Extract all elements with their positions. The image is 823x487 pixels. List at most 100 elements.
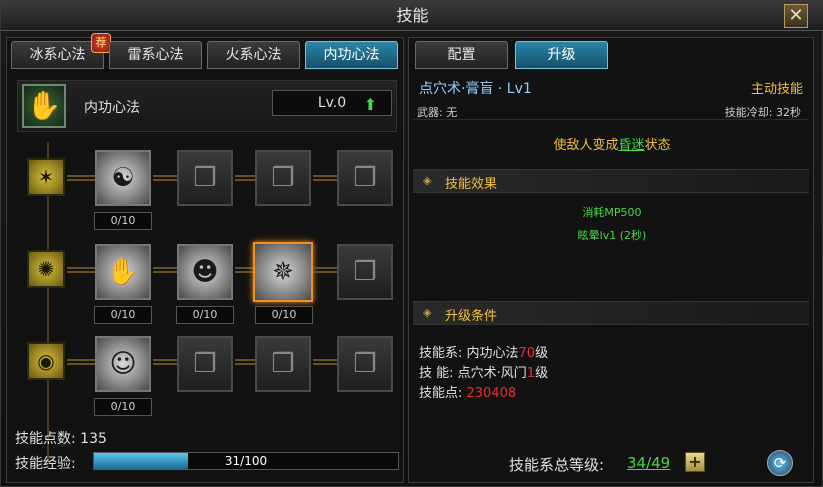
skill-cooldown: 技能冷却: 32秒 xyxy=(724,106,801,119)
tab-thunder-label: 雷系心法 xyxy=(127,47,184,63)
skill-slot-r2-c2[interactable]: ☻ xyxy=(177,244,233,300)
requirement-school: 技能系: 内功心法70级 xyxy=(419,342,548,361)
locked-book-icon: ❒ xyxy=(271,163,295,193)
effect-line: 眩晕lv1 (2秒) xyxy=(577,229,647,242)
connector xyxy=(235,175,255,181)
req-label: 技能系: 内功心法 xyxy=(419,346,519,361)
skill-slot-r1-c4[interactable]: ❒ xyxy=(337,150,393,206)
requirement-points: 技能点: 230408 xyxy=(419,382,516,401)
skill-slot-r1-c2[interactable]: ❒ xyxy=(177,150,233,206)
skill-exp-text: 31/100 xyxy=(224,454,268,468)
skill-slot-r3-c1[interactable]: ☺ xyxy=(95,336,151,392)
elder-icon: ☺ xyxy=(109,349,137,379)
req-suffix: 级 xyxy=(535,346,549,361)
refresh-icon[interactable]: ⟳ xyxy=(767,450,793,476)
req-value: 1 xyxy=(526,366,536,381)
tab-inner-label: 内功心法 xyxy=(323,47,380,63)
req-label: 技能点: xyxy=(419,386,467,401)
skill-detail-panel: 配置 升级 点穴术·膏盲 · Lv1 主动技能 武器: 无 技能冷却: 32秒 … xyxy=(408,37,814,483)
skill-points: 技能点数: 135 xyxy=(15,428,107,448)
total-level-label: 技能系总等级: xyxy=(509,456,605,474)
skill-slot-r2-c4[interactable]: ❒ xyxy=(337,244,393,300)
connector xyxy=(235,359,255,365)
requirements-section-title: 升级条件 xyxy=(445,309,498,324)
recommended-badge: 荐 xyxy=(91,33,111,53)
requirements-section-header: ◈ 升级条件 xyxy=(413,301,809,325)
skill-slot-r1-c3[interactable]: ❒ xyxy=(255,150,311,206)
arrow-up-icon[interactable]: ⬆ xyxy=(364,93,377,117)
connector xyxy=(67,359,97,365)
school-total: 技能系总等级: 34/49 + ⟳ xyxy=(409,450,815,480)
school-level: Lv.0 ⬆ xyxy=(272,90,392,116)
connector xyxy=(313,267,337,273)
school-name: 内功心法 xyxy=(84,100,140,116)
skill-exp-bar: 31/100 xyxy=(93,452,399,470)
locked-book-icon: ❒ xyxy=(353,163,377,193)
skill-info-row: 武器: 无 技能冷却: 32秒 xyxy=(413,100,809,120)
connector xyxy=(67,267,97,273)
tab-ice-label: 冰系心法 xyxy=(29,47,86,63)
school-header: ✋ 内功心法 Lv.0 ⬆ xyxy=(17,80,397,132)
skill-exp-label: 技能经验: xyxy=(15,456,76,472)
effects-section-title: 技能效果 xyxy=(445,177,498,192)
tab-upgrade-label: 升级 xyxy=(547,47,576,63)
hand-icon: ✋ xyxy=(22,84,66,128)
req-value: 230408 xyxy=(466,386,517,401)
connector xyxy=(313,175,337,181)
tab-config-label: 配置 xyxy=(447,47,476,63)
tab-inner[interactable]: 内功心法 xyxy=(305,41,398,69)
skills-window: 技能 ✕ 冰系心法 荐 雷系心法 火系心法 内功心法 ✋ 内功心法 Lv.0 ⬆… xyxy=(0,0,823,487)
close-button[interactable]: ✕ xyxy=(784,4,808,28)
req-label: 技 能: 点穴术·风门 xyxy=(419,366,527,381)
connector xyxy=(67,175,97,181)
skill-slot-r3-c3[interactable]: ❒ xyxy=(255,336,311,392)
head-icon: ☻ xyxy=(191,257,219,287)
crack-icon: ✶ xyxy=(27,158,65,196)
connector xyxy=(153,175,177,181)
connector xyxy=(313,359,337,365)
connector xyxy=(153,359,177,365)
skill-counter: 0/10 xyxy=(94,212,152,230)
skill-slot-r3-c2[interactable]: ❒ xyxy=(177,336,233,392)
effect-line: 消耗MP500 xyxy=(582,206,642,219)
connector xyxy=(153,267,177,273)
locked-book-icon: ❒ xyxy=(353,257,377,287)
locked-book-icon: ❒ xyxy=(271,349,295,379)
tab-fire[interactable]: 火系心法 xyxy=(207,41,300,69)
skill-points-value: 135 xyxy=(80,431,107,447)
diamond-icon: ◈ xyxy=(423,174,432,187)
rays-icon: ✺ xyxy=(27,250,65,288)
locked-book-icon: ❒ xyxy=(353,349,377,379)
locked-book-icon: ❒ xyxy=(193,163,217,193)
weapon-requirement: 武器: 无 xyxy=(417,106,458,119)
status-link[interactable]: 昏迷 xyxy=(618,138,644,153)
plus-button[interactable]: + xyxy=(685,452,705,472)
skill-description: 使敌人变成昏迷状态 xyxy=(409,134,815,153)
skill-points-label: 技能点数: xyxy=(15,431,76,447)
tab-thunder[interactable]: 雷系心法 xyxy=(109,41,202,69)
skill-kind: 主动技能 xyxy=(750,82,803,97)
tab-fire-label: 火系心法 xyxy=(225,47,282,63)
tab-config[interactable]: 配置 xyxy=(415,41,508,69)
skill-slot-r2-c3[interactable]: ✵ xyxy=(253,242,313,302)
locked-book-icon: ❒ xyxy=(193,349,217,379)
connector xyxy=(235,267,255,273)
skill-counter: 0/10 xyxy=(255,306,313,324)
desc-suffix: 状态 xyxy=(644,138,671,153)
window-title: 技能 xyxy=(1,1,823,31)
school-level-text: Lv.0 xyxy=(317,95,347,111)
requirement-skill: 技 能: 点穴术·风门1级 xyxy=(419,362,548,381)
skill-counter: 0/10 xyxy=(94,306,152,324)
desc-prefix: 使敌人变成 xyxy=(553,138,619,153)
tab-upgrade[interactable]: 升级 xyxy=(515,41,608,69)
req-suffix: 级 xyxy=(535,366,549,381)
req-value: 70 xyxy=(518,346,536,361)
skill-slot-r1-c1[interactable]: ☯ xyxy=(95,150,151,206)
monk-icon: ☯ xyxy=(111,163,135,193)
diamond-icon: ◈ xyxy=(423,306,432,319)
total-level-value[interactable]: 34/49 xyxy=(627,454,670,472)
skill-slot-r3-c4[interactable]: ❒ xyxy=(337,336,393,392)
skill-slot-r2-c1[interactable]: ✋ xyxy=(95,244,151,300)
skill-tree-panel: 冰系心法 荐 雷系心法 火系心法 内功心法 ✋ 内功心法 Lv.0 ⬆ ✶ ☯ … xyxy=(6,33,404,483)
skill-name: 点穴术·膏盲 · Lv1 xyxy=(419,81,532,97)
